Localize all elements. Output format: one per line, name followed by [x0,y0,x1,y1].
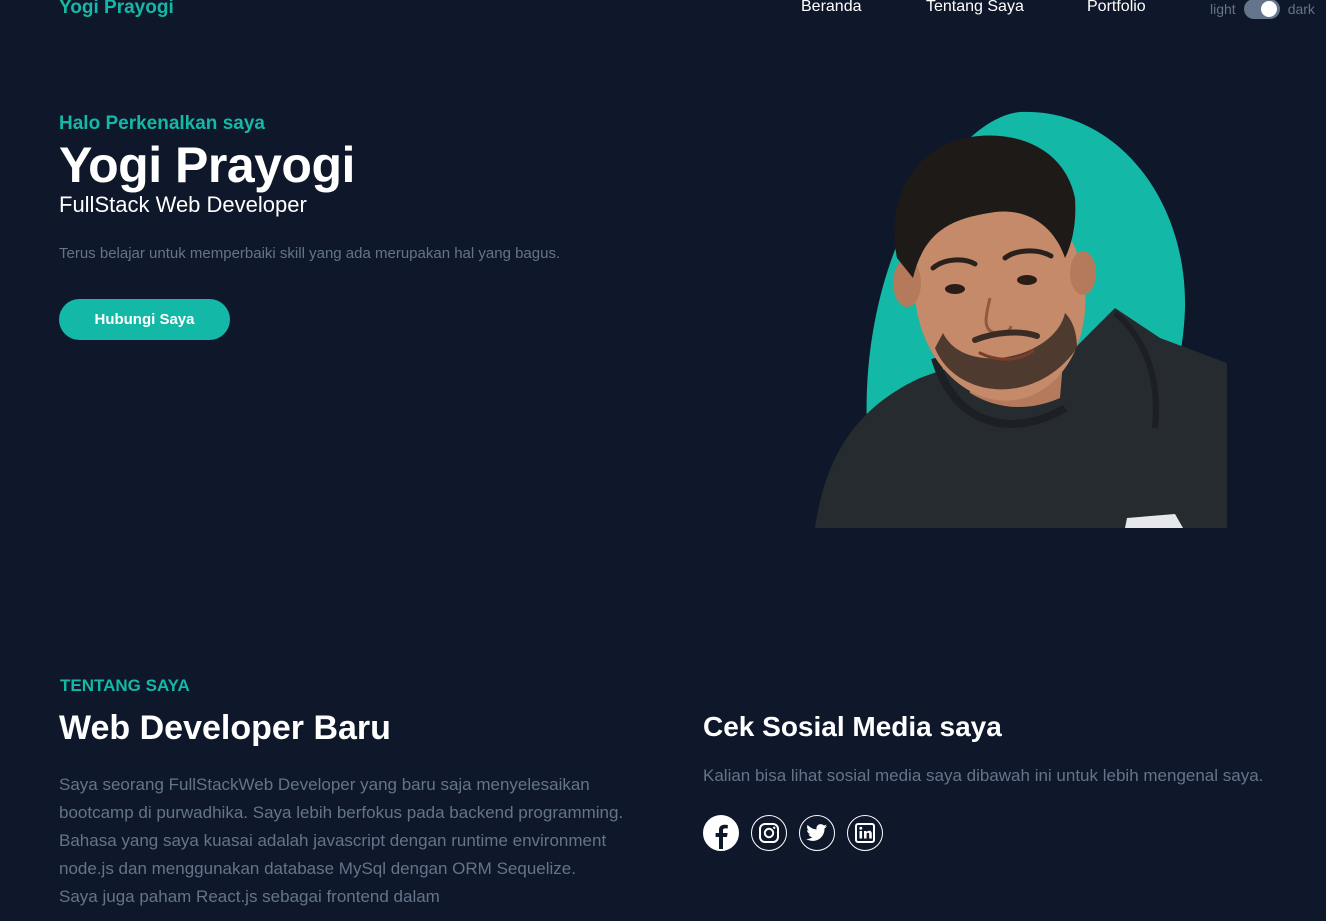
about-description: Saya seorang FullStackWeb Developer yang… [59,771,639,911]
nav-link-portfolio[interactable]: Portfolio [1087,0,1146,16]
facebook-link[interactable] [703,815,739,851]
about-paragraph: Saya juga paham React.js sebagai fronten… [59,887,440,906]
hero-greeting: Halo Perkenalkan saya [59,113,265,134]
linkedin-icon [855,823,875,843]
theme-toggle: light dark [1210,0,1315,20]
hero-tagline: Terus belajar untuk memperbaiki skill ya… [59,245,561,262]
social-links [703,815,883,851]
social-section-text: Kalian bisa lihat sosial media saya diba… [703,766,1264,785]
profile-portrait [815,108,1227,528]
hero-name: Yogi Prayogi [59,137,355,193]
dark-mode-switch[interactable] [1243,0,1280,19]
instagram-icon [758,822,780,844]
nav-link-beranda[interactable]: Beranda [801,0,862,16]
top-navbar: Yogi Prayogi Beranda Tentang Saya Portfo… [0,0,1326,24]
about-section-title: Web Developer Baru [59,709,391,747]
twitter-icon [806,823,828,843]
twitter-link[interactable] [799,815,835,851]
social-section-title: Cek Sosial Media saya [703,711,1002,742]
portfolio-page: Yogi Prayogi Beranda Tentang Saya Portfo… [0,0,1326,921]
contact-me-button[interactable]: Hubungi Saya [59,299,230,340]
dark-mode-label: dark [1287,1,1315,17]
brand-logo-link[interactable]: Yogi Prayogi [59,0,174,19]
light-mode-label: light [1210,1,1236,17]
facebook-icon [704,816,738,850]
instagram-link[interactable] [751,815,787,851]
about-paragraph: Saya seorang FullStackWeb Developer yang… [59,775,624,878]
linkedin-link[interactable] [847,815,883,851]
about-section-kicker: TENTANG SAYA [60,676,190,695]
switch-knob [1260,1,1277,17]
nav-link-tentang-saya[interactable]: Tentang Saya [926,0,1024,16]
hero-role: FullStack Web Developer [59,192,307,217]
